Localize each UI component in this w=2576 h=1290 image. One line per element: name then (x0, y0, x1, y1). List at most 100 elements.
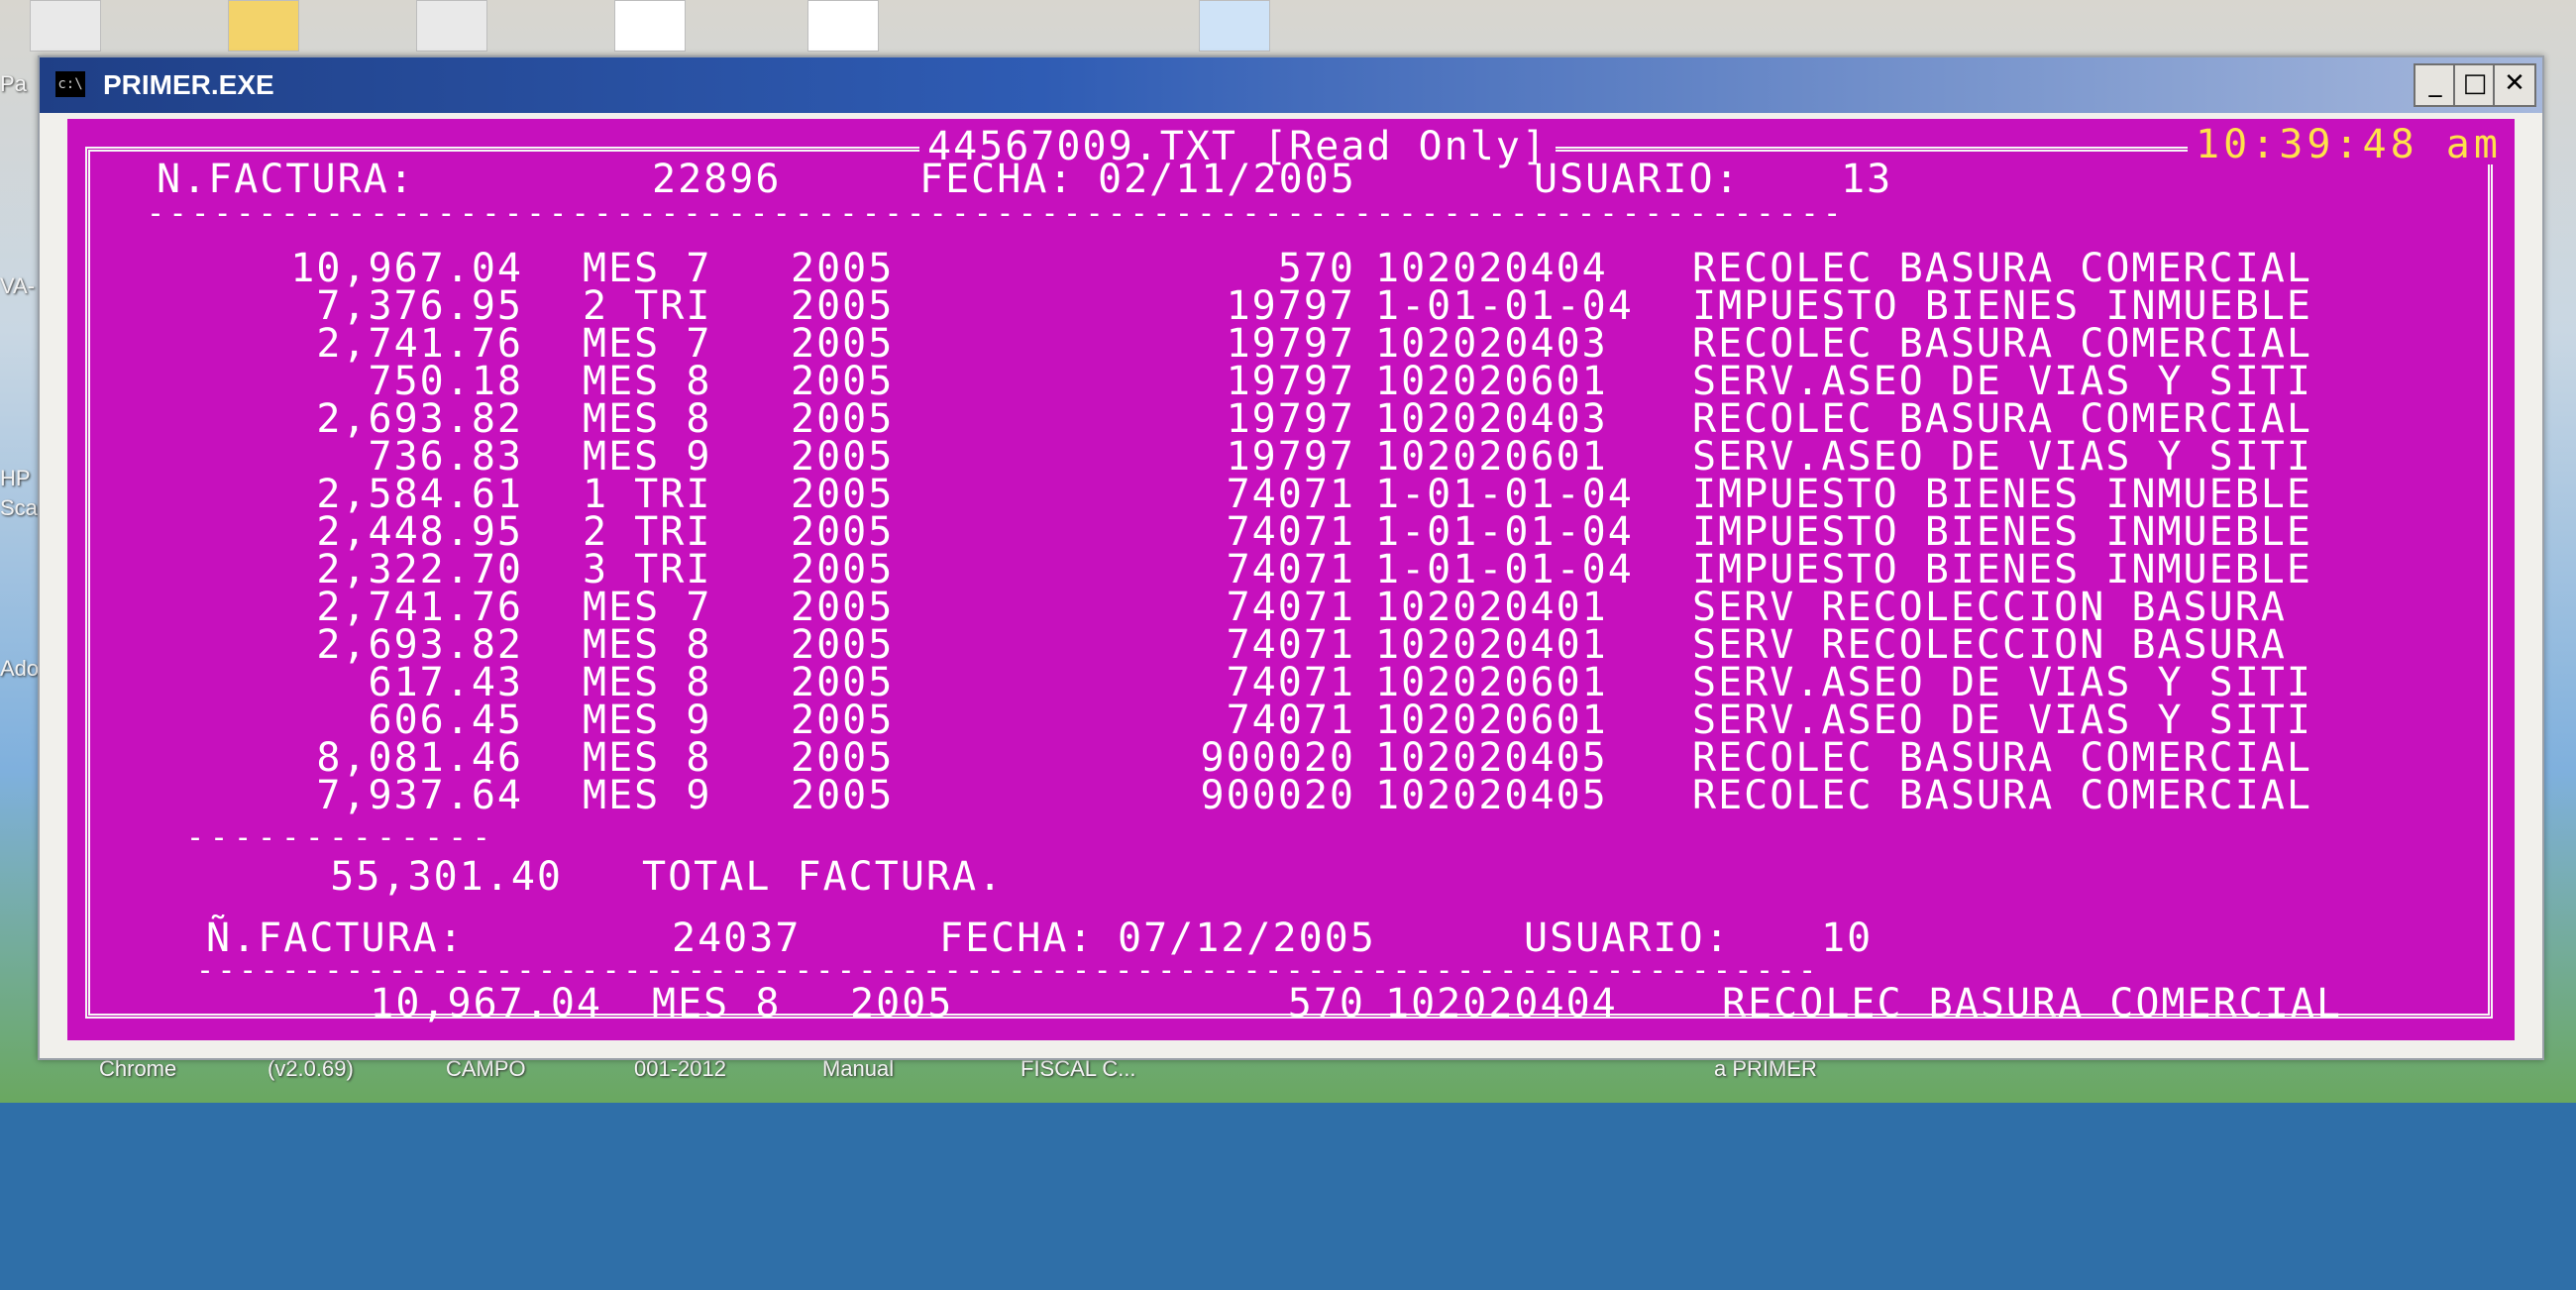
line-period: 1 TRI (583, 472, 712, 517)
line-amount: 10,967.04 (370, 981, 602, 1026)
line-code: 1-01-01-04 (1375, 547, 1634, 592)
line-year: 2005 (791, 509, 895, 555)
line-period: MES 8 (652, 981, 782, 1026)
line-year: 2005 (791, 321, 895, 367)
desktop-icon-word-doc[interactable] (614, 0, 686, 52)
line-period: 2 TRI (583, 509, 712, 555)
line-year: 2005 (791, 283, 895, 329)
line-code: 102020405 (1375, 735, 1608, 781)
line-description: SERV RECOLECCION BASURA (1692, 622, 2287, 668)
invoice-header: Ñ.FACTURA: 24037 FECHA: 07/12/2005 USUAR… (67, 915, 2515, 961)
line-amount: 606.45 (368, 698, 523, 743)
console-screen[interactable]: 44567009.TXT [Read Only] 10:39:48 am N.F… (67, 119, 2515, 1040)
line-code: 102020601 (1375, 660, 1608, 705)
line-account: 74071 (1226, 698, 1355, 743)
line-item: 2,741.76 MES 7 2005 19797 102020403 RECOLEC B… (67, 321, 2515, 367)
desktop-icon-folder[interactable] (228, 0, 299, 52)
line-account: 570 (1287, 981, 1365, 1026)
invoice-number: 22896 (652, 157, 782, 202)
line-period: MES 8 (583, 735, 712, 781)
line-period: MES 7 (583, 585, 712, 630)
minimize-button[interactable]: _ (2414, 63, 2457, 107)
line-period: MES 8 (583, 359, 712, 404)
maximize-button[interactable]: □ (2453, 63, 2497, 107)
line-item: 7,937.64 MES 9 2005 900020 102020405 RECOLEC … (67, 773, 2515, 818)
line-period: MES 8 (583, 622, 712, 668)
date-label: FECHA: (939, 915, 1095, 961)
line-year: 2005 (791, 660, 895, 705)
line-description: IMPUESTO BIENES INMUEBLE (1692, 472, 2312, 517)
total-row: 55,301.40 TOTAL FACTURA. (67, 854, 2515, 900)
total-amount: 55,301.40 (330, 854, 563, 900)
line-amount: 8,081.46 (316, 735, 523, 781)
line-item: 10,967.04 MES 8 2005 570 102020404 RECOL… (67, 981, 2515, 1026)
line-account: 19797 (1226, 283, 1355, 329)
line-amount: 2,741.76 (316, 321, 523, 367)
line-amount: 2,584.61 (316, 472, 523, 517)
user-label: USUARIO: (1534, 157, 1741, 202)
line-account: 19797 (1226, 321, 1355, 367)
line-period: MES 9 (583, 434, 712, 480)
user-value: 13 (1841, 157, 1893, 202)
line-description: IMPUESTO BIENES INMUEBLE (1692, 547, 2312, 592)
line-year: 2005 (850, 981, 954, 1026)
line-item: 7,376.95 2 TRI 2005 19797 1-01-01-04 IMPUESTO… (67, 283, 2515, 329)
line-year: 2005 (791, 735, 895, 781)
line-amount: 2,693.82 (316, 396, 523, 442)
invoice-header: N.FACTURA: 22896 FECHA: 02/11/2005 USUAR… (67, 157, 2515, 202)
desktop-label: Ado (0, 656, 40, 681)
line-description: RECOLEC BASURA COMERCIAL (1692, 321, 2312, 367)
line-account: 19797 (1226, 359, 1355, 404)
line-account: 900020 (1200, 735, 1355, 781)
invoice-date: 02/11/2005 (1098, 157, 1356, 202)
line-amount: 750.18 (368, 359, 523, 404)
line-year: 2005 (791, 359, 895, 404)
line-period: MES 7 (583, 321, 712, 367)
title-bar[interactable]: c:\ PRIMER.EXE _ □ ✕ (40, 57, 2542, 113)
line-code: 102020404 (1385, 981, 1618, 1026)
line-account: 19797 (1226, 434, 1355, 480)
line-year: 2005 (791, 547, 895, 592)
desktop-icon-teamviewer[interactable] (1199, 0, 1270, 52)
line-description: RECOLEC BASURA COMERCIAL (1692, 396, 2312, 442)
desktop-label: HP (0, 466, 31, 490)
line-item: 617.43 MES 8 2005 74071 102020601 SERV.ASEO D… (67, 660, 2515, 705)
line-item: 606.45 MES 9 2005 74071 102020601 SERV.ASEO D… (67, 698, 2515, 743)
line-description: SERV.ASEO DE VIAS Y SITI (1692, 698, 2312, 743)
clock: 10:39:48 am (2188, 125, 2510, 164)
line-amount: 2,693.82 (316, 622, 523, 668)
line-code: 102020601 (1375, 434, 1608, 480)
desktop-icon-tool[interactable] (416, 0, 487, 52)
line-period: 3 TRI (583, 547, 712, 592)
line-year: 2005 (791, 472, 895, 517)
line-code: 102020403 (1375, 321, 1608, 367)
line-account: 74071 (1226, 472, 1355, 517)
line-period: 2 TRI (583, 283, 712, 329)
close-button[interactable]: ✕ (2493, 63, 2536, 107)
line-account: 570 (1277, 246, 1355, 291)
line-code: 102020601 (1375, 698, 1608, 743)
line-year: 2005 (791, 698, 895, 743)
line-code: 102020601 (1375, 359, 1608, 404)
desktop-label: VA- (0, 273, 36, 298)
line-account: 19797 (1226, 396, 1355, 442)
line-code: 1-01-01-04 (1375, 509, 1634, 555)
line-code: 102020404 (1375, 246, 1608, 291)
console-app-icon: c:\ (55, 71, 85, 97)
line-item: 2,448.95 2 TRI 2005 74071 1-01-01-04 IMPUESTO… (67, 509, 2515, 555)
line-description: RECOLEC BASURA COMERCIAL (1692, 735, 2312, 781)
line-item: 2,741.76 MES 7 2005 74071 102020401 SERV RECO… (67, 585, 2515, 630)
line-description: SERV.ASEO DE VIAS Y SITI (1692, 359, 2312, 404)
desktop-icon-app[interactable] (30, 0, 101, 52)
line-period: MES 8 (583, 660, 712, 705)
desktop-icon-word-doc-2[interactable] (807, 0, 879, 52)
user-label: USUARIO: (1524, 915, 1731, 961)
line-description: RECOLEC BASURA COMERCIAL (1692, 773, 2312, 818)
user-value: 10 (1821, 915, 1874, 961)
line-account: 900020 (1200, 773, 1355, 818)
line-item: 2,584.61 1 TRI 2005 74071 1-01-01-04 IMPUESTO… (67, 472, 2515, 517)
invoice-number: 24037 (672, 915, 802, 961)
line-amount: 736.83 (368, 434, 523, 480)
line-code: 102020403 (1375, 396, 1608, 442)
line-period: MES 7 (583, 246, 712, 291)
